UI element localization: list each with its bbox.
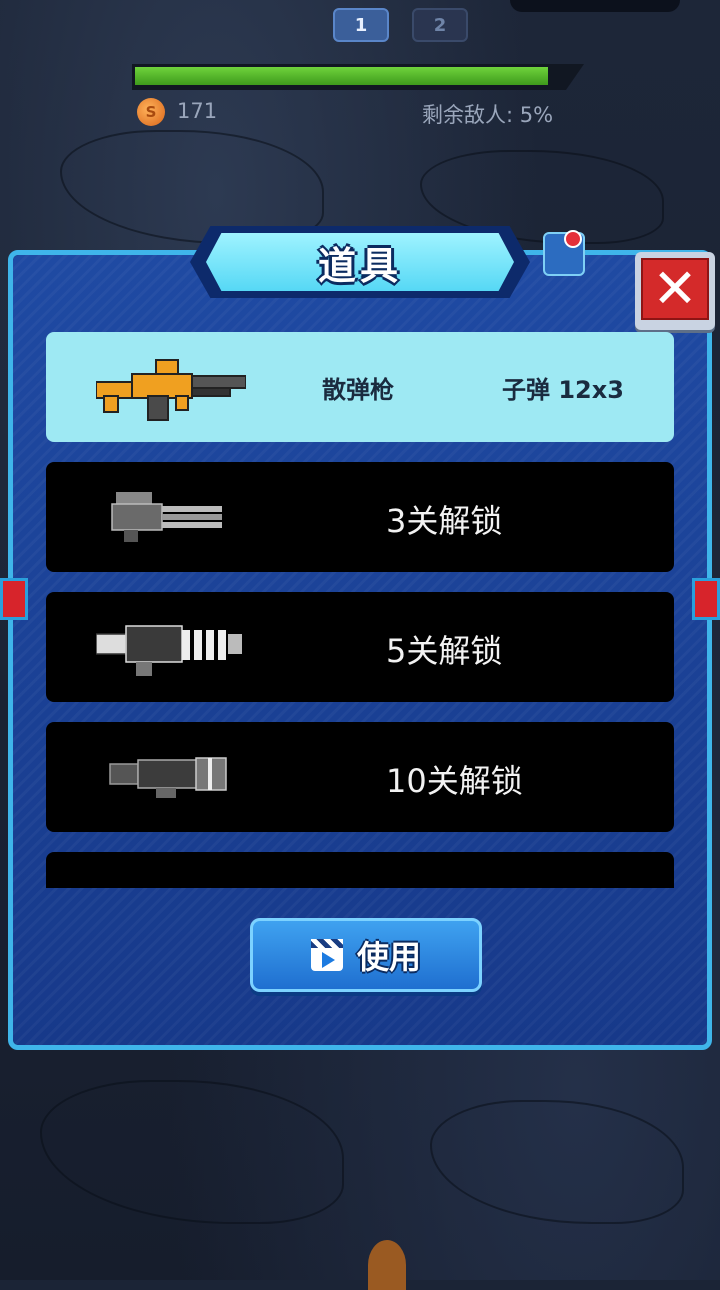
weapon-ammo: 子弹 12x3	[502, 376, 624, 404]
unlock-requirement: 10关解锁	[386, 762, 523, 800]
video-ad-icon	[310, 939, 343, 971]
partial-weapon-icon	[96, 872, 246, 888]
top-right-widget	[510, 0, 680, 12]
weapon-row-locked-3[interactable]: 10关解锁	[46, 722, 674, 832]
enemies-remaining: 剩余敌人: 5%	[422, 103, 554, 127]
weapon-row-partial[interactable]	[46, 852, 674, 888]
weapon-row-shotgun[interactable]: 散弹枪 子弹 12x3	[46, 332, 674, 442]
unlock-requirement: 3关解锁	[386, 502, 503, 540]
left-side-knob	[0, 578, 28, 620]
coin-icon: S	[137, 98, 165, 126]
right-side-knob	[692, 578, 720, 620]
heavy-gatling-icon	[96, 625, 242, 676]
dialog-title: 道具	[317, 243, 402, 288]
progress-bar-fill	[135, 67, 548, 85]
weapon-name: 散弹枪	[322, 376, 394, 404]
progress-bar	[132, 64, 584, 90]
player-character	[368, 1240, 406, 1290]
coin-count: 171	[177, 99, 218, 123]
close-button[interactable]: ✕	[635, 252, 715, 330]
weapon-row-locked-2[interactable]: 5关解锁	[46, 592, 674, 702]
weapon-list[interactable]: 散弹枪 子弹 12x3 3关解锁 5关解锁 10关解锁	[46, 332, 674, 888]
rocket-launcher-icon	[109, 757, 227, 798]
close-x-icon: ✕	[641, 258, 709, 320]
unlock-requirement: 5关解锁	[386, 632, 503, 670]
weapon-row-locked-1[interactable]: 3关解锁	[46, 462, 674, 572]
use-button-label: 使用	[356, 938, 421, 976]
use-button[interactable]: 使用	[250, 918, 482, 992]
stage-tab-1[interactable]: 1	[333, 8, 389, 42]
pin-icon	[543, 230, 585, 276]
title-banner: 道具	[206, 233, 514, 291]
stage-tab-2[interactable]: 2	[412, 8, 468, 42]
shotgun-icon	[96, 359, 246, 421]
minigun-icon	[111, 492, 222, 542]
